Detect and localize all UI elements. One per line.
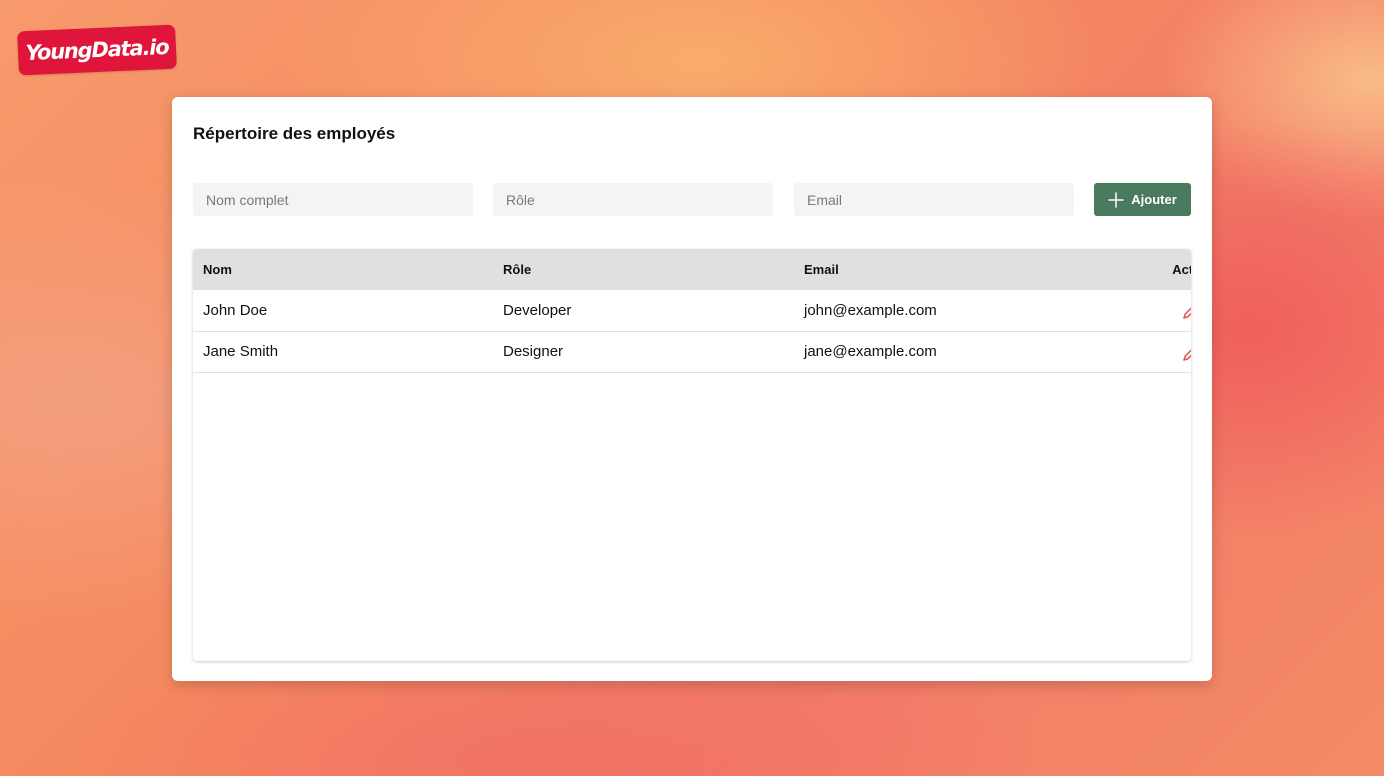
email-input[interactable] [794, 183, 1074, 216]
table-header-row: Nom Rôle Email Action [193, 249, 1191, 290]
header-email: Email [804, 262, 839, 277]
employee-table-container: Nom Rôle Email Action John Doe Developer… [193, 249, 1191, 661]
page-title: Répertoire des employés [193, 124, 396, 143]
employee-table: Nom Rôle Email Action John Doe Developer… [193, 249, 1191, 373]
add-employee-form: Ajouter [193, 183, 1191, 216]
cell-action [1114, 331, 1191, 372]
cell-email: jane@example.com [804, 343, 937, 360]
edit-button[interactable] [1178, 294, 1191, 324]
add-button-label: Ajouter [1131, 192, 1177, 207]
employee-directory-card: Répertoire des employés Ajouter Nom Rôle… [172, 97, 1212, 681]
role-input[interactable] [493, 183, 773, 216]
header-action: Action [1172, 262, 1191, 277]
full-name-input[interactable] [193, 183, 473, 216]
add-button[interactable]: Ajouter [1094, 183, 1191, 216]
cell-action [1114, 290, 1191, 331]
cell-email: john@example.com [804, 301, 937, 319]
cell-role: Developer [503, 301, 572, 319]
pencil-icon [1182, 307, 1191, 320]
edit-button[interactable] [1178, 336, 1191, 366]
cell-name: Jane Smith [203, 343, 279, 360]
brand-logo: YoungData.io [17, 24, 177, 76]
header-name: Nom [203, 262, 232, 277]
brand-logo-text: YoungData.io [25, 34, 169, 66]
pencil-icon [1182, 348, 1191, 361]
cell-name: John Doe [203, 301, 268, 319]
table-row: John Doe Developer john@example.com [193, 290, 1191, 331]
plus-icon [1108, 191, 1124, 208]
cell-role: Designer [503, 343, 564, 360]
header-role: Rôle [503, 262, 532, 277]
table-row: Jane Smith Designer jane@example.com [193, 331, 1191, 372]
